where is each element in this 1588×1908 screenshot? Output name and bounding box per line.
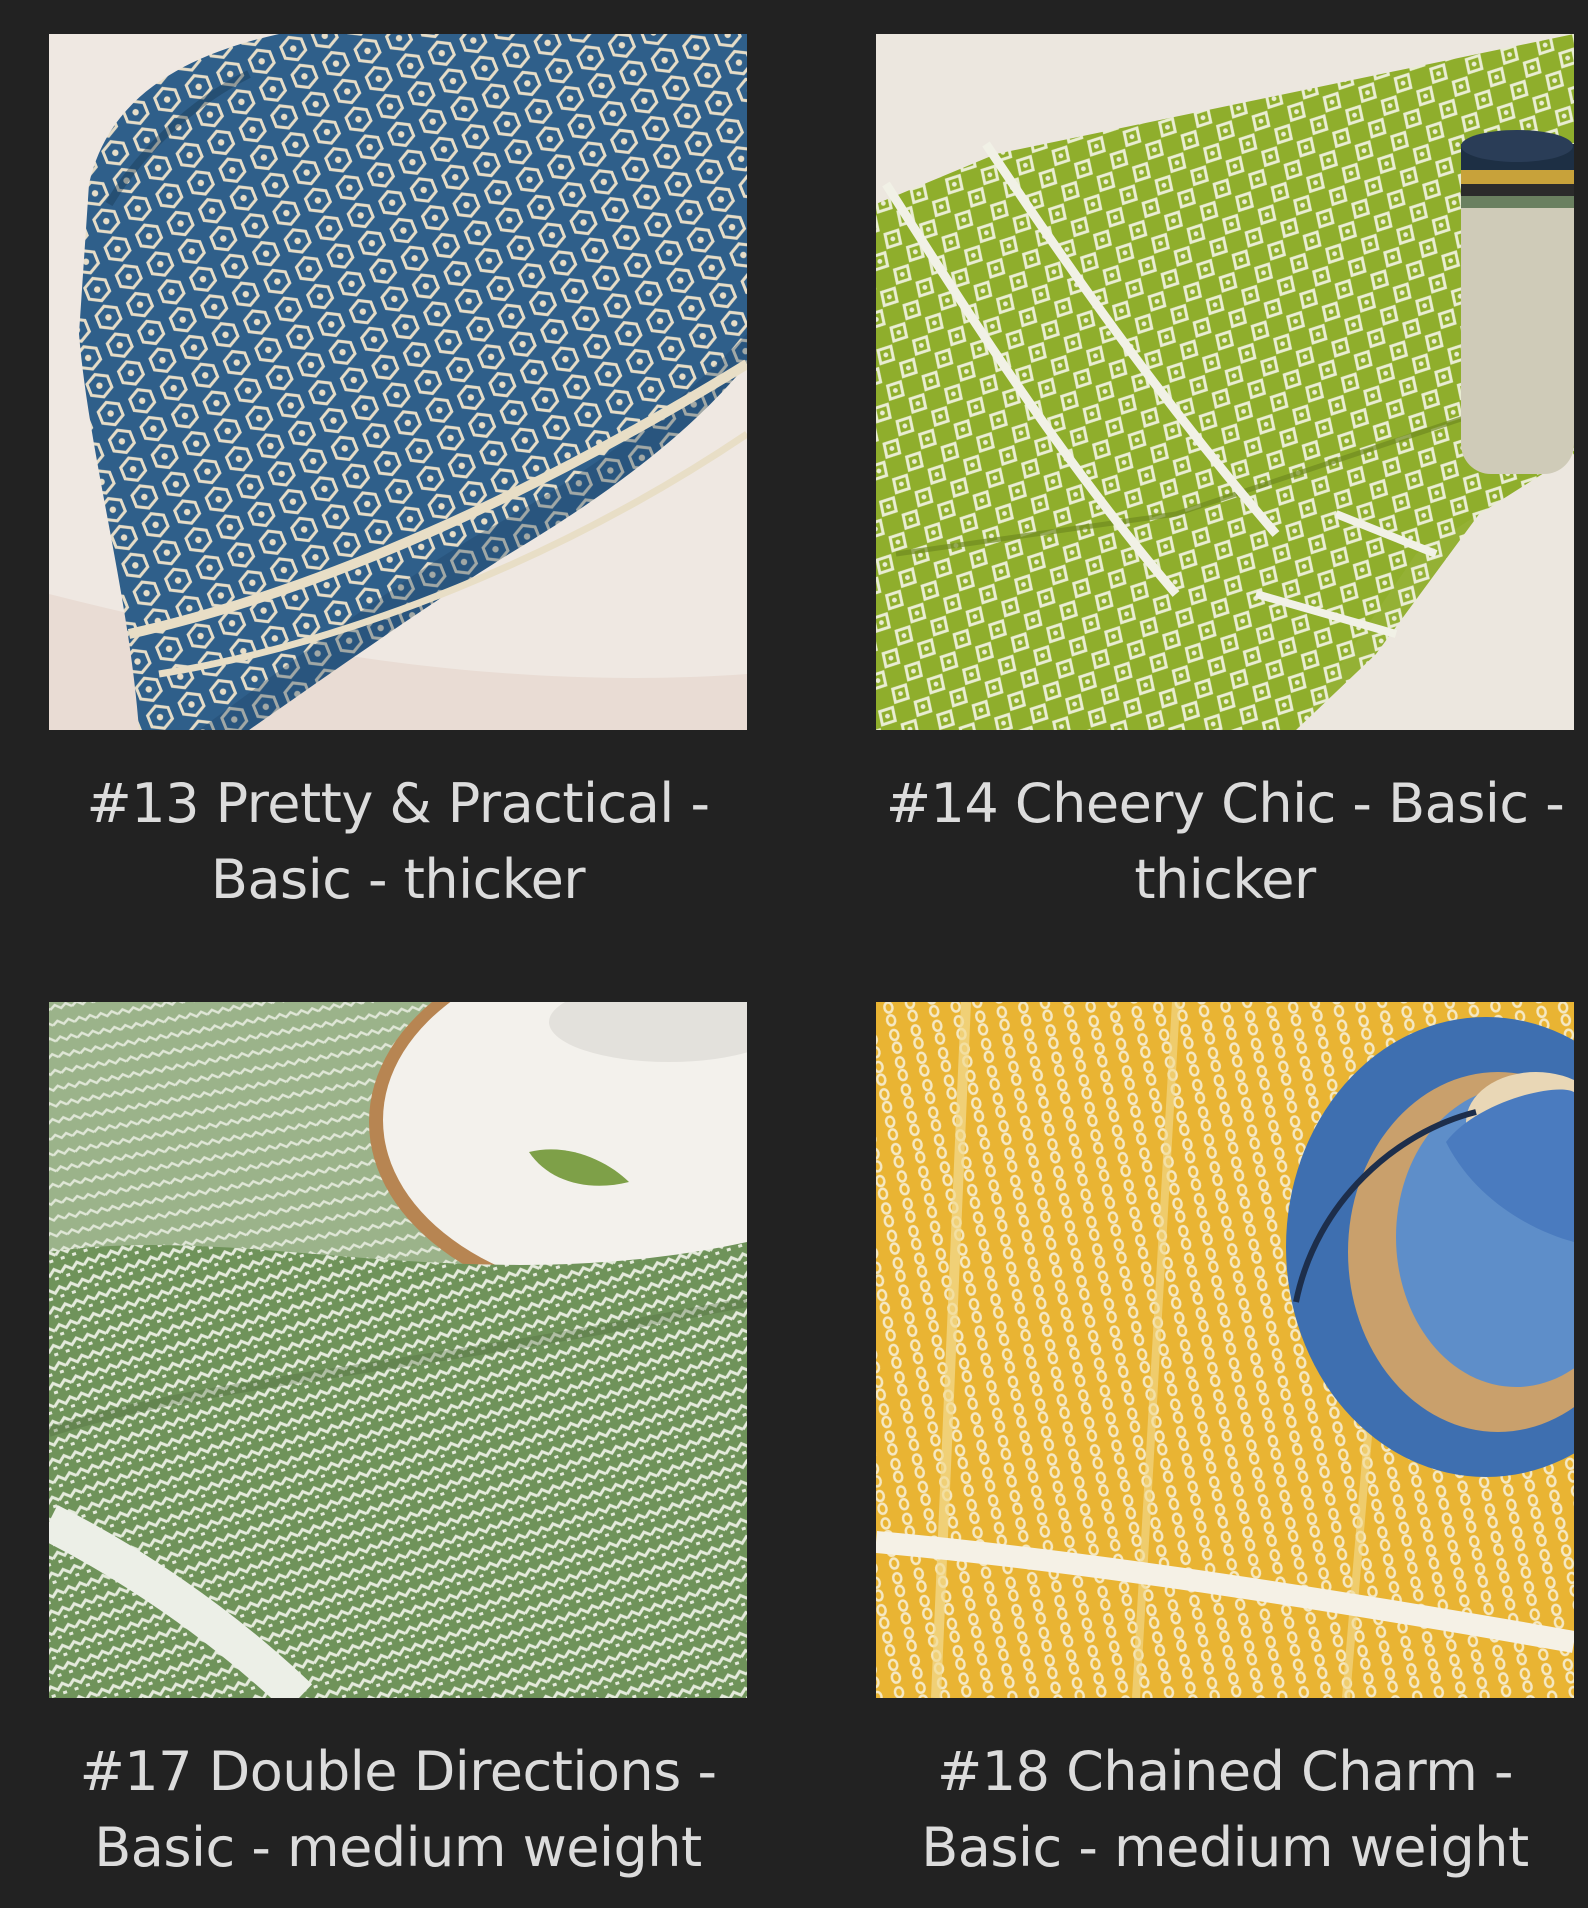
product-caption[interactable]: #17 Double Directions - Basic - medium w… <box>49 1734 747 1886</box>
product-caption[interactable]: #13 Pretty & Practical - Basic - thicker <box>49 766 747 918</box>
product-image-18[interactable] <box>876 1002 1574 1698</box>
product-card[interactable]: #18 Chained Charm - Basic - medium weigh… <box>876 1002 1574 1886</box>
product-card[interactable]: #13 Pretty & Practical - Basic - thicker <box>49 34 747 918</box>
product-card[interactable]: #17 Double Directions - Basic - medium w… <box>49 1002 747 1886</box>
product-card[interactable]: #14 Cheery Chic - Basic - thicker <box>876 34 1574 918</box>
product-caption[interactable]: #14 Cheery Chic - Basic - thicker <box>876 766 1574 918</box>
product-image-17[interactable] <box>49 1002 747 1698</box>
product-caption[interactable]: #18 Chained Charm - Basic - medium weigh… <box>876 1734 1574 1886</box>
product-image-14[interactable] <box>876 34 1574 730</box>
product-image-13[interactable] <box>49 34 747 730</box>
